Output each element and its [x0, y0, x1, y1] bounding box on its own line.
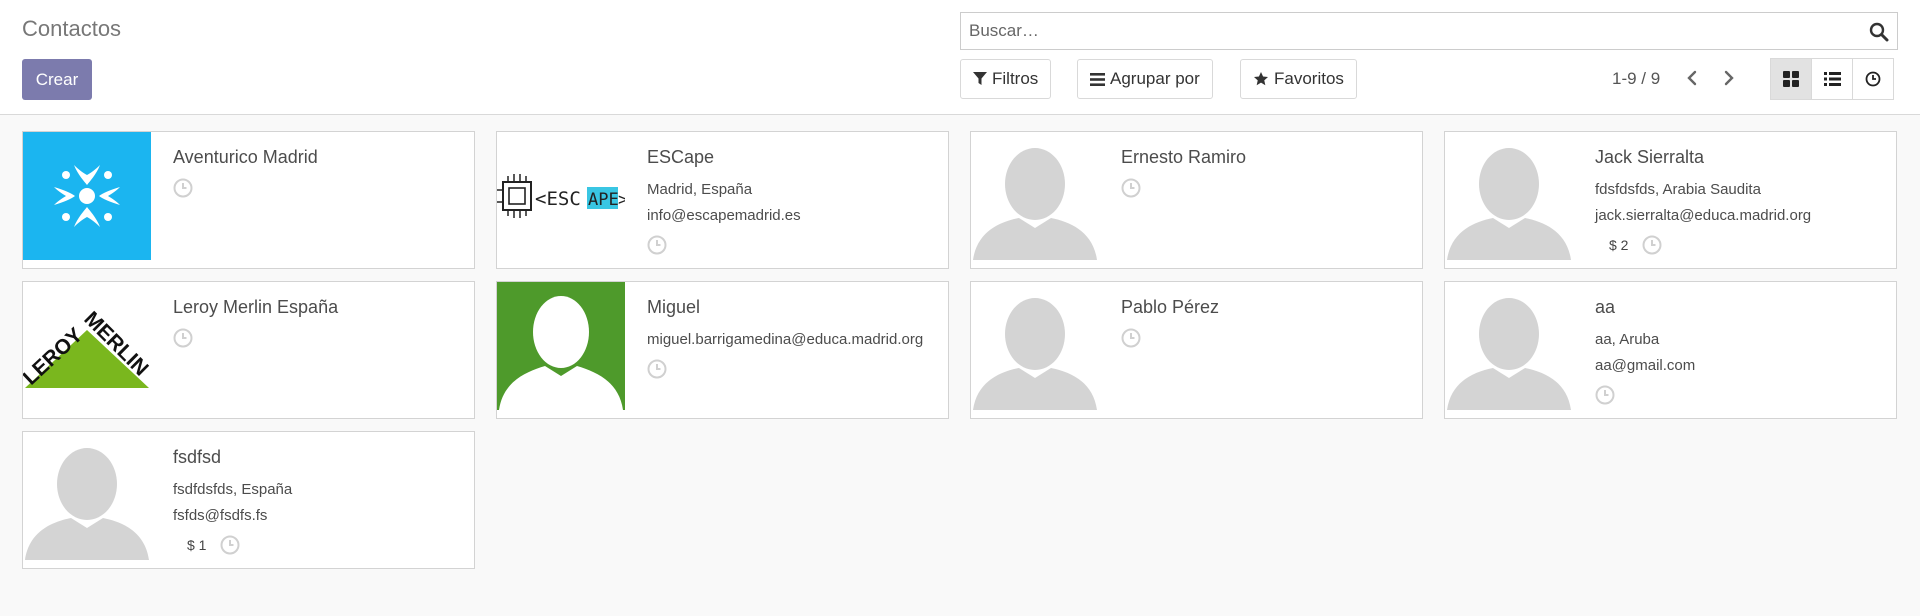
- contact-address: Madrid, España: [647, 181, 753, 198]
- search-icon[interactable]: [1869, 22, 1889, 42]
- contact-card[interactable]: Jack Sierralta fdsfdsfds, Arabia Saudita…: [1444, 131, 1897, 269]
- chevron-left-icon: [1687, 70, 1697, 86]
- activity-view-button[interactable]: [1852, 58, 1894, 100]
- bars-icon: [1090, 72, 1105, 86]
- pager-value[interactable]: 1-9 / 9: [1612, 69, 1660, 89]
- filters-label: Filtros: [992, 69, 1039, 88]
- avatar-placeholder: [971, 132, 1099, 260]
- clock-icon: [1865, 71, 1881, 87]
- contact-card[interactable]: Ernesto Ramiro: [970, 131, 1423, 269]
- contact-card[interactable]: Pablo Pérez: [970, 281, 1423, 419]
- kanban-grid: Aventurico Madrid <ESC APE > ESCape Madr…: [22, 131, 1897, 569]
- avatar-green-placeholder: [497, 282, 625, 410]
- search-input[interactable]: [961, 13, 1897, 49]
- contact-email: miguel.barrigamedina@educa.madrid.org: [647, 331, 924, 348]
- escape-logo-text-b: APE: [588, 190, 619, 210]
- aventurico-logo: [23, 132, 151, 260]
- control-panel: Contactos Crear Filtros Agrupar por Favo…: [0, 0, 1920, 115]
- contact-email: fsfds@fsdfs.fs: [173, 507, 268, 524]
- contact-email: info@escapemadrid.es: [647, 207, 801, 224]
- activity-clock-icon[interactable]: [647, 235, 667, 255]
- page-title: Contactos: [22, 16, 122, 41]
- contact-address: fdsfdsfds, Arabia Saudita: [1595, 181, 1761, 198]
- activity-clock-icon[interactable]: [647, 359, 667, 379]
- escape-logo-text-a: <ESC: [535, 188, 581, 210]
- activity-clock-icon[interactable]: [1642, 235, 1662, 255]
- contact-name: fsdfsd: [173, 447, 222, 467]
- contact-card[interactable]: Aventurico Madrid: [22, 131, 475, 269]
- pager-previous-button[interactable]: [1680, 66, 1704, 90]
- list-icon: [1823, 72, 1841, 86]
- kanban-view-button[interactable]: [1770, 58, 1812, 100]
- contact-email: aa@gmail.com: [1595, 357, 1696, 374]
- escape-logo: <ESC APE >: [497, 132, 625, 260]
- grid-icon: [1783, 71, 1799, 87]
- contact-name: Jack Sierralta: [1595, 147, 1705, 167]
- contact-address: aa, Aruba: [1595, 331, 1660, 348]
- pager-next-button[interactable]: [1717, 66, 1741, 90]
- activity-clock-icon[interactable]: [220, 535, 240, 555]
- contact-card[interactable]: Miguel miguel.barrigamedina@educa.madrid…: [496, 281, 949, 419]
- favorites-label: Favoritos: [1274, 69, 1344, 88]
- group-by-button[interactable]: Agrupar por: [1077, 59, 1213, 99]
- contact-name: Aventurico Madrid: [173, 147, 318, 167]
- filter-icon: [973, 72, 987, 85]
- activity-clock-icon[interactable]: [1595, 385, 1615, 405]
- list-view-button[interactable]: [1811, 58, 1853, 100]
- contact-card[interactable]: <ESC APE > ESCape Madrid, España info@es…: [496, 131, 949, 269]
- avatar-placeholder: [1445, 132, 1573, 260]
- create-button[interactable]: Crear: [22, 59, 92, 100]
- sales-badge[interactable]: $ 1: [173, 537, 206, 553]
- avatar-placeholder: [23, 432, 151, 560]
- filters-button[interactable]: Filtros: [960, 59, 1052, 99]
- contact-name: Leroy Merlin España: [173, 297, 339, 317]
- search-bar: [960, 12, 1898, 50]
- activity-clock-icon[interactable]: [173, 328, 193, 348]
- activity-clock-icon[interactable]: [1121, 328, 1141, 348]
- contact-name: ESCape: [647, 147, 715, 167]
- activity-clock-icon[interactable]: [173, 178, 193, 198]
- contact-email: jack.sierralta@educa.madrid.org: [1595, 207, 1812, 224]
- contact-name: Miguel: [647, 297, 701, 317]
- contact-name: Ernesto Ramiro: [1121, 147, 1247, 167]
- favorites-button[interactable]: Favoritos: [1240, 59, 1357, 99]
- group-by-label: Agrupar por: [1110, 69, 1200, 88]
- contact-card[interactable]: LEROY MERLIN Leroy Merlin España: [22, 281, 475, 419]
- leroy-merlin-logo: LEROY MERLIN: [23, 282, 151, 410]
- contact-card[interactable]: fsdfsd fsdfdsfds, España fsfds@fsdfs.fs …: [22, 431, 475, 569]
- chevron-right-icon: [1724, 70, 1734, 86]
- contact-address: fsdfdsfds, España: [173, 481, 293, 498]
- contact-name: aa: [1595, 297, 1616, 317]
- activity-clock-icon[interactable]: [1121, 178, 1141, 198]
- escape-logo-text-c: >: [618, 190, 625, 210]
- sales-badge[interactable]: $ 2: [1595, 237, 1628, 253]
- avatar-placeholder: [971, 282, 1099, 410]
- view-switcher: [1770, 58, 1894, 100]
- contact-card[interactable]: aa aa, Aruba aa@gmail.com: [1444, 281, 1897, 419]
- avatar-placeholder: [1445, 282, 1573, 410]
- star-icon: [1254, 72, 1268, 86]
- contact-name: Pablo Pérez: [1121, 297, 1220, 317]
